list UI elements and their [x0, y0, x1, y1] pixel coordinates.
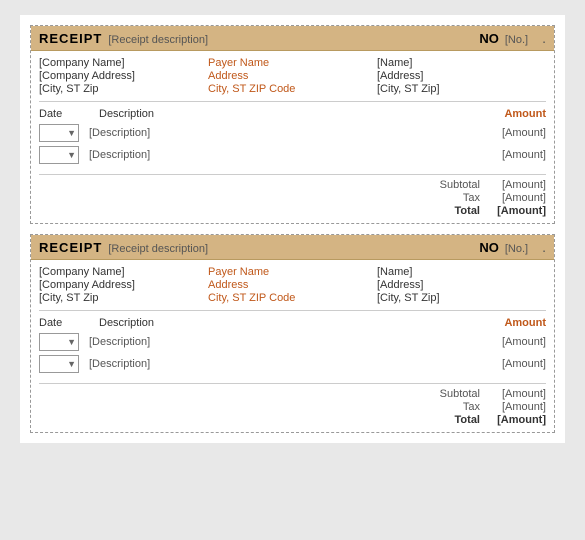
payee-city-1: [City, ST Zip] — [377, 83, 546, 95]
receipt-no-label-1: NO — [479, 31, 499, 46]
tax-row-2: Tax [Amount] — [430, 401, 546, 413]
total-label-2: Total — [430, 414, 480, 426]
total-label-1: Total — [430, 205, 480, 217]
payer-city-label-1: City, ST ZIP Code — [208, 83, 377, 95]
payer-col-2: Payer Name Address City, ST ZIP Code — [208, 266, 377, 304]
items-header-1: Date Description Amount — [39, 108, 546, 120]
date-box-1-2[interactable]: ▼ — [39, 146, 79, 164]
company-col-2: [Company Name] [Company Address] [City, … — [39, 266, 208, 304]
item-description-2-1: [Description] — [89, 336, 466, 348]
item-amount-2-2: [Amount] — [476, 358, 546, 370]
total-value-2: [Amount] — [486, 414, 546, 426]
receipt-header-left-2: RECEIPT [Receipt description] — [39, 240, 208, 255]
item-description-1-1: [Description] — [89, 127, 466, 139]
receipt-title-2: RECEIPT — [39, 240, 102, 255]
item-row-2-2: ▼ [Description] [Amount] — [39, 355, 546, 373]
receipt-dot-2: . — [534, 240, 546, 254]
date-box-2-2[interactable]: ▼ — [39, 355, 79, 373]
subtotal-label-1: Subtotal — [430, 179, 480, 191]
totals-section-1: Subtotal [Amount] Tax [Amount] Total [Am… — [39, 179, 546, 217]
col-desc-header-2: Description — [99, 317, 466, 329]
item-description-2-2: [Description] — [89, 358, 466, 370]
col-amount-header-2: Amount — [476, 317, 546, 329]
col-date-header-1: Date — [39, 108, 89, 120]
payer-name-label-2: Payer Name — [208, 266, 377, 278]
receipt-title-1: RECEIPT — [39, 31, 102, 46]
col-amount-header-1: Amount — [476, 108, 546, 120]
col-date-header-2: Date — [39, 317, 89, 329]
item-row-2-1: ▼ [Description] [Amount] — [39, 333, 546, 351]
company-city-1: [City, ST Zip — [39, 83, 208, 95]
receipt-block-1: RECEIPT [Receipt description] NO [No.] .… — [30, 25, 555, 224]
item-description-1-2: [Description] — [89, 149, 466, 161]
date-box-1-1[interactable]: ▼ — [39, 124, 79, 142]
company-name-1: [Company Name] — [39, 57, 208, 69]
col-desc-header-1: Description — [99, 108, 466, 120]
subtotal-value-1: [Amount] — [486, 179, 546, 191]
subtotal-value-2: [Amount] — [486, 388, 546, 400]
item-amount-2-1: [Amount] — [476, 336, 546, 348]
total-row-2: Total [Amount] — [430, 414, 546, 426]
subtotal-label-2: Subtotal — [430, 388, 480, 400]
tax-label-2: Tax — [430, 401, 480, 413]
company-address-2: [Company Address] — [39, 279, 208, 291]
receipt-no-value-1: [No.] — [505, 34, 528, 46]
receipt-header-right-1: NO [No.] . — [479, 30, 546, 46]
payer-city-label-2: City, ST ZIP Code — [208, 292, 377, 304]
item-amount-1-2: [Amount] — [476, 149, 546, 161]
payee-col-2: [Name] [Address] [City, ST Zip] — [377, 266, 546, 304]
items-header-2: Date Description Amount — [39, 317, 546, 329]
payee-col-1: [Name] [Address] [City, ST Zip] — [377, 57, 546, 95]
receipt-body-2: [Company Name] [Company Address] [City, … — [31, 260, 554, 432]
info-section-2: [Company Name] [Company Address] [City, … — [39, 266, 546, 311]
total-row-1: Total [Amount] — [430, 205, 546, 217]
tax-value-1: [Amount] — [486, 192, 546, 204]
date-arrow-2-1: ▼ — [67, 337, 76, 347]
date-arrow-1-2: ▼ — [67, 150, 76, 160]
receipt-description-2: [Receipt description] — [108, 243, 208, 255]
items-section-2: Date Description Amount ▼ [Description] … — [39, 317, 546, 384]
receipt-no-label-2: NO — [479, 240, 499, 255]
payee-name-1: [Name] — [377, 57, 546, 69]
receipt-dot-1: . — [534, 31, 546, 45]
payee-name-2: [Name] — [377, 266, 546, 278]
subtotal-row-1: Subtotal [Amount] — [430, 179, 546, 191]
total-value-1: [Amount] — [486, 205, 546, 217]
payee-city-2: [City, ST Zip] — [377, 292, 546, 304]
date-arrow-1-1: ▼ — [67, 128, 76, 138]
item-row-1-1: ▼ [Description] [Amount] — [39, 124, 546, 142]
payer-col-1: Payer Name Address City, ST ZIP Code — [208, 57, 377, 95]
receipt-block-2: RECEIPT [Receipt description] NO [No.] .… — [30, 234, 555, 433]
receipt-description-1: [Receipt description] — [108, 34, 208, 46]
payer-address-label-1: Address — [208, 70, 377, 82]
item-amount-1-1: [Amount] — [476, 127, 546, 139]
date-box-2-1[interactable]: ▼ — [39, 333, 79, 351]
totals-section-2: Subtotal [Amount] Tax [Amount] Total [Am… — [39, 388, 546, 426]
company-col-1: [Company Name] [Company Address] [City, … — [39, 57, 208, 95]
payer-address-label-2: Address — [208, 279, 377, 291]
company-city-2: [City, ST Zip — [39, 292, 208, 304]
tax-row-1: Tax [Amount] — [430, 192, 546, 204]
tax-value-2: [Amount] — [486, 401, 546, 413]
payee-address-2: [Address] — [377, 279, 546, 291]
tax-label-1: Tax — [430, 192, 480, 204]
receipt-no-value-2: [No.] — [505, 243, 528, 255]
item-row-1-2: ▼ [Description] [Amount] — [39, 146, 546, 164]
receipt-body-1: [Company Name] [Company Address] [City, … — [31, 51, 554, 223]
subtotal-row-2: Subtotal [Amount] — [430, 388, 546, 400]
page: RECEIPT [Receipt description] NO [No.] .… — [20, 15, 565, 443]
company-name-2: [Company Name] — [39, 266, 208, 278]
receipt-header-1: RECEIPT [Receipt description] NO [No.] . — [31, 26, 554, 51]
items-section-1: Date Description Amount ▼ [Description] … — [39, 108, 546, 175]
payee-address-1: [Address] — [377, 70, 546, 82]
receipt-header-right-2: NO [No.] . — [479, 239, 546, 255]
info-section-1: [Company Name] [Company Address] [City, … — [39, 57, 546, 102]
receipt-header-2: RECEIPT [Receipt description] NO [No.] . — [31, 235, 554, 260]
company-address-1: [Company Address] — [39, 70, 208, 82]
payer-name-label-1: Payer Name — [208, 57, 377, 69]
date-arrow-2-2: ▼ — [67, 359, 76, 369]
receipt-header-left-1: RECEIPT [Receipt description] — [39, 31, 208, 46]
